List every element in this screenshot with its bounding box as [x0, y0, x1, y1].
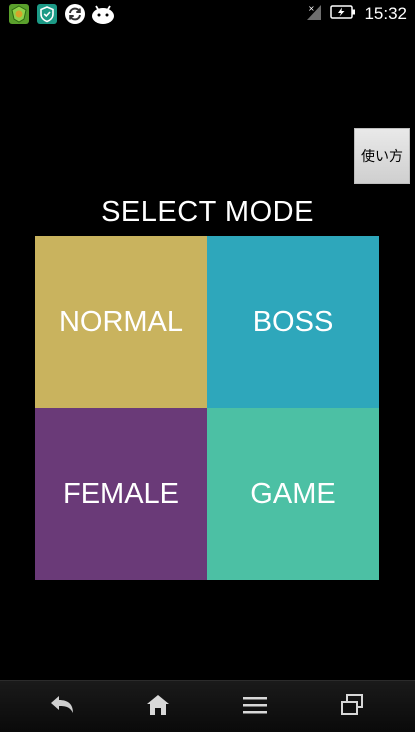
- no-signal-icon: ×: [306, 3, 322, 25]
- menu-button[interactable]: [215, 681, 295, 732]
- mode-female-button[interactable]: FEMALE: [35, 408, 207, 580]
- menu-icon: [242, 694, 268, 720]
- navigation-bar: [0, 680, 415, 732]
- shield-check-icon: [36, 3, 58, 25]
- clock: 15:32: [364, 4, 407, 23]
- home-button[interactable]: [118, 681, 198, 732]
- mode-game-button[interactable]: GAME: [207, 408, 379, 580]
- recent-apps-button[interactable]: [312, 681, 392, 732]
- recent-apps-icon: [339, 693, 365, 721]
- sync-icon: [64, 3, 86, 25]
- svg-text:×: ×: [308, 4, 315, 13]
- green-shield-app-icon: [8, 3, 30, 25]
- back-icon: [48, 694, 76, 720]
- mode-normal-button[interactable]: NORMAL: [35, 236, 207, 408]
- help-button-label: 使い方: [361, 149, 403, 165]
- page-title: SELECT MODE: [101, 196, 314, 228]
- mode-normal-label: NORMAL: [58, 305, 184, 338]
- mode-boss-label: BOSS: [252, 305, 334, 338]
- help-button[interactable]: 使い方: [354, 128, 410, 184]
- status-bar: × 15:32: [0, 0, 415, 28]
- battery-charging-icon: [330, 4, 356, 24]
- mode-boss-button[interactable]: BOSS: [207, 236, 379, 408]
- android-icon: [90, 3, 116, 25]
- home-icon: [145, 693, 171, 721]
- mode-grid: NORMAL BOSS FEMALE GAME: [35, 236, 379, 580]
- back-button[interactable]: [22, 681, 102, 732]
- mode-game-label: GAME: [250, 477, 336, 510]
- mode-female-label: FEMALE: [62, 477, 180, 510]
